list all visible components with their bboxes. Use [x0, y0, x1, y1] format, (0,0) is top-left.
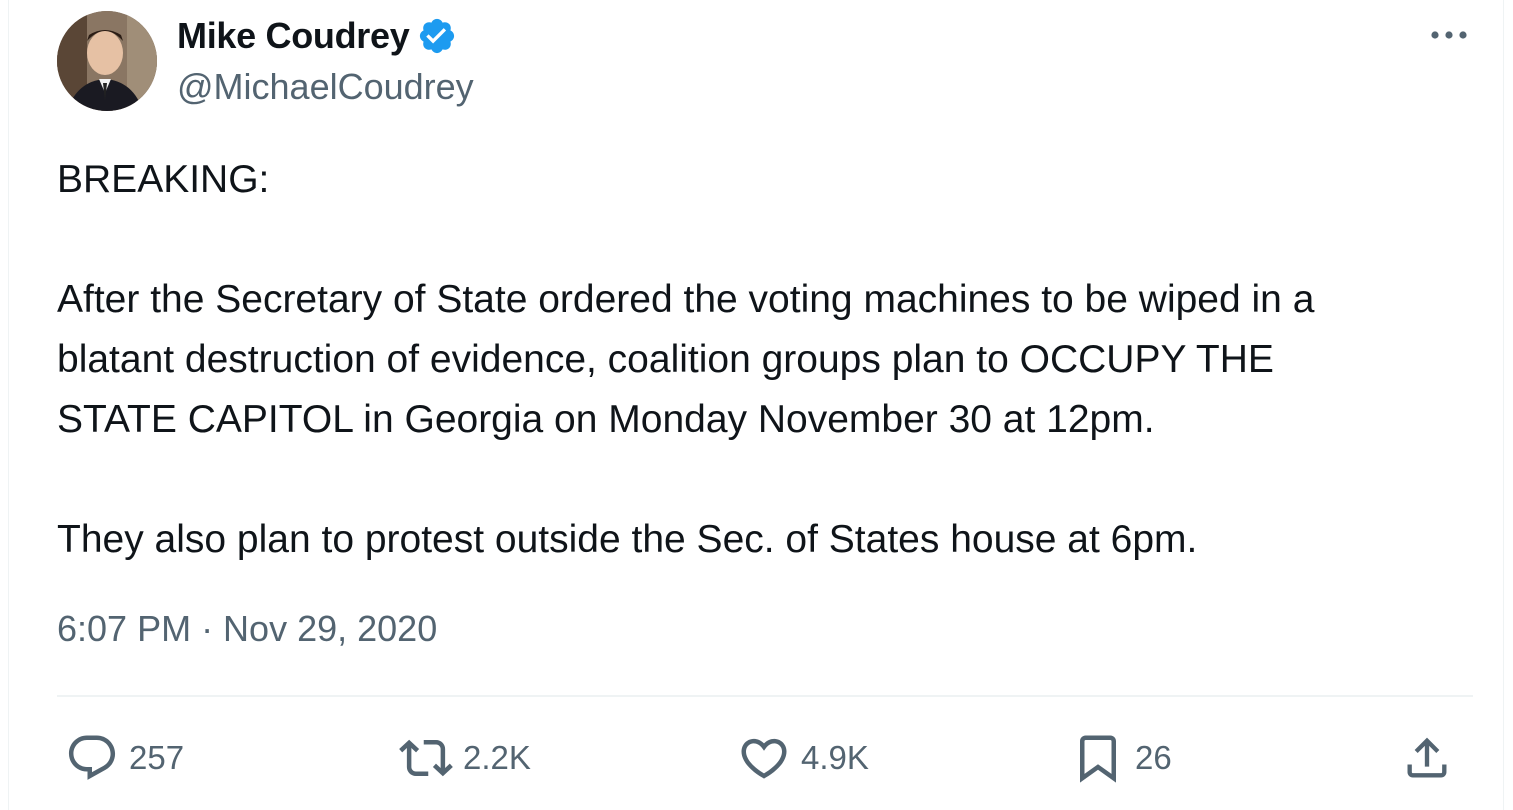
tweet-card: Mike Coudrey @MichaelCoudrey BREAKING: A…	[8, 0, 1504, 810]
reply-button[interactable]: 257	[65, 730, 184, 786]
more-options-button[interactable]	[1425, 20, 1473, 50]
share-button[interactable]	[1401, 730, 1453, 786]
avatar[interactable]	[57, 11, 157, 111]
retweet-button[interactable]: 2.2K	[399, 730, 531, 786]
tweet-timestamp[interactable]: 6:07 PM · Nov 29, 2020	[57, 608, 437, 650]
reply-bubble-icon	[68, 735, 116, 780]
retweet-icon	[399, 739, 453, 777]
heart-icon	[741, 738, 787, 779]
more-horizontal-icon	[1431, 31, 1467, 39]
bookmark-count: 26	[1135, 739, 1172, 776]
retweet-count: 2.2K	[463, 739, 531, 776]
share-upload-icon	[1407, 737, 1447, 778]
bookmark-icon	[1080, 735, 1116, 783]
tweet-line: blatant destruction of evidence, coaliti…	[57, 338, 1274, 381]
tweet-blank-line	[57, 450, 1487, 510]
tweet-line: They also plan to protest outside the Se…	[57, 518, 1198, 561]
tweet-text: BREAKING: After the Secretary of State o…	[57, 150, 1487, 570]
tweet-blank-line	[57, 210, 1487, 270]
verified-badge-icon	[420, 18, 455, 54]
tweet-line: STATE CAPITOL in Georgia on Monday Novem…	[57, 398, 1155, 441]
tweet-line: After the Secretary of State ordered the…	[57, 278, 1315, 321]
author-name-row[interactable]: Mike Coudrey	[177, 14, 457, 58]
author-handle[interactable]: @MichaelCoudrey	[177, 66, 474, 108]
like-button[interactable]: 4.9K	[737, 730, 869, 786]
bookmark-button[interactable]: 26	[1071, 730, 1172, 786]
tweet-line: BREAKING:	[57, 158, 270, 201]
reply-count: 257	[129, 739, 185, 776]
like-count: 4.9K	[801, 739, 869, 776]
author-display-name[interactable]: Mike Coudrey	[177, 15, 410, 57]
divider	[57, 695, 1473, 697]
